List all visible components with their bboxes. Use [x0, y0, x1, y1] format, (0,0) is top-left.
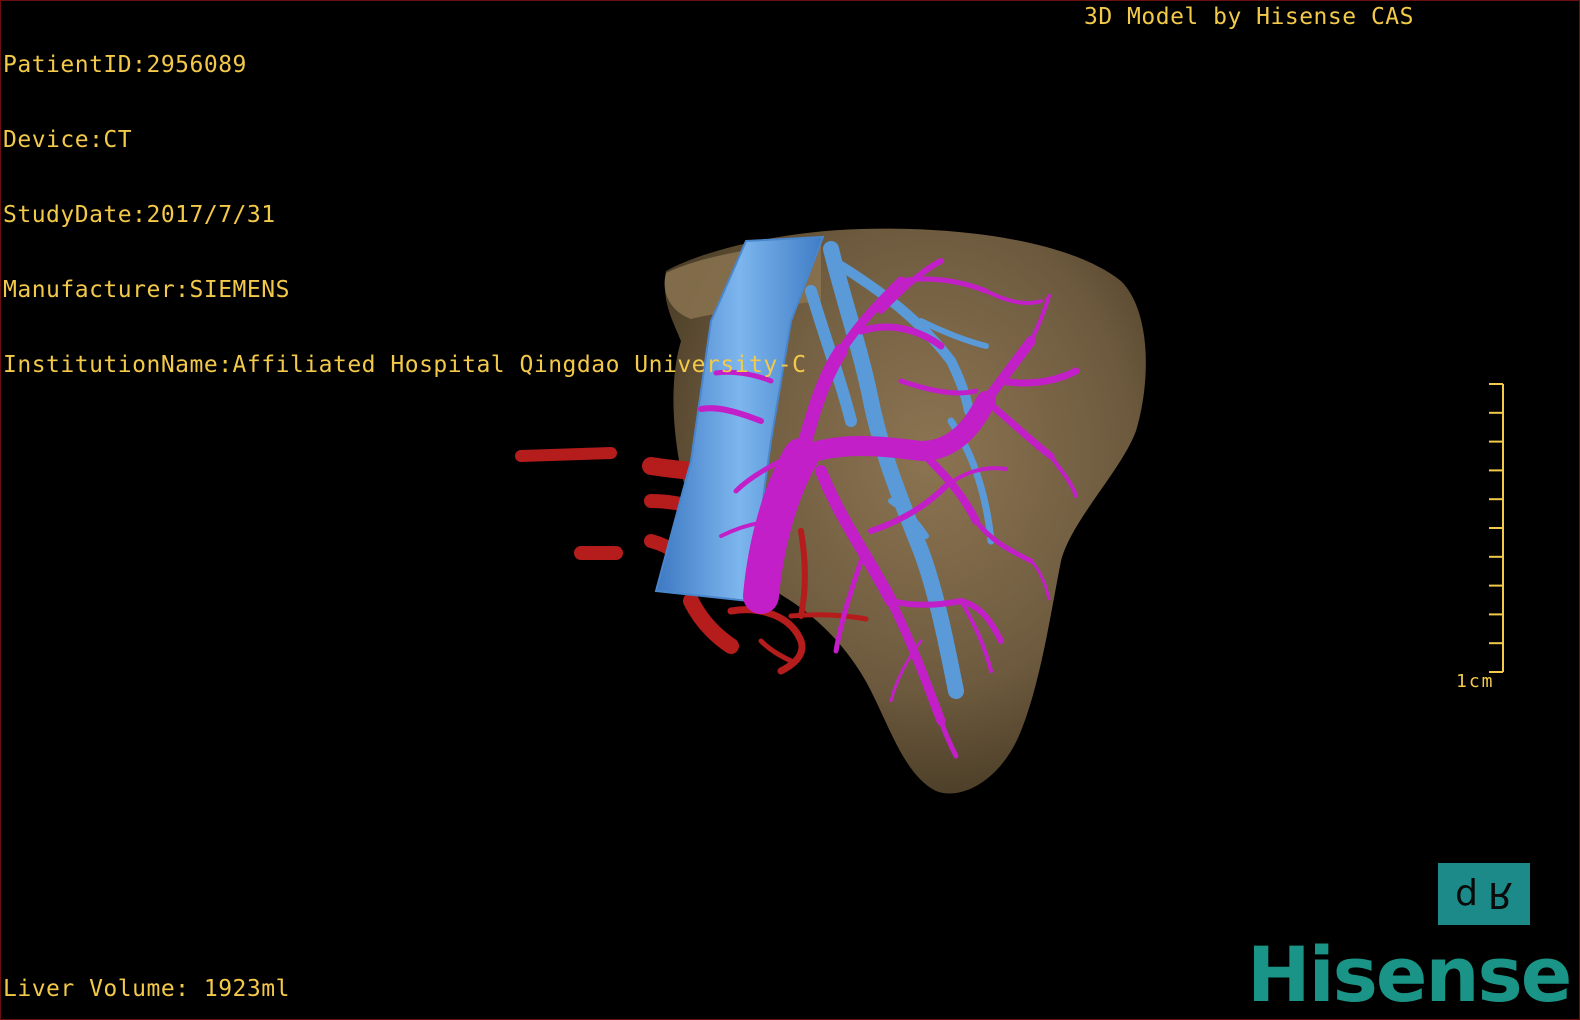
scale-bar-label: 1cm [1456, 671, 1495, 692]
hisense-logo: Hisense [1247, 930, 1572, 1019]
orientation-left-glyph: d [1455, 873, 1478, 914]
orientation-right-glyph: R [1487, 874, 1513, 915]
orientation-cube[interactable]: d R [1438, 863, 1530, 925]
model-credit: 3D Model by Hisense CAS [1084, 4, 1414, 30]
study-date: StudyDate:2017/7/31 [3, 202, 276, 228]
patient-info-overlay: PatientID:2956089 Device:CT StudyDate:20… [3, 3, 806, 428]
3d-viewport[interactable]: PatientID:2956089 Device:CT StudyDate:20… [0, 0, 1580, 1020]
device: Device:CT [3, 127, 133, 153]
institution-name: InstitutionName:Affiliated Hospital Qing… [3, 352, 807, 378]
patient-id: PatientID:2956089 [3, 52, 247, 78]
manufacturer: Manufacturer:SIEMENS [3, 277, 290, 303]
liver-volume: Liver Volume: 1923ml [3, 976, 290, 1002]
scale-bar [1489, 383, 1504, 673]
